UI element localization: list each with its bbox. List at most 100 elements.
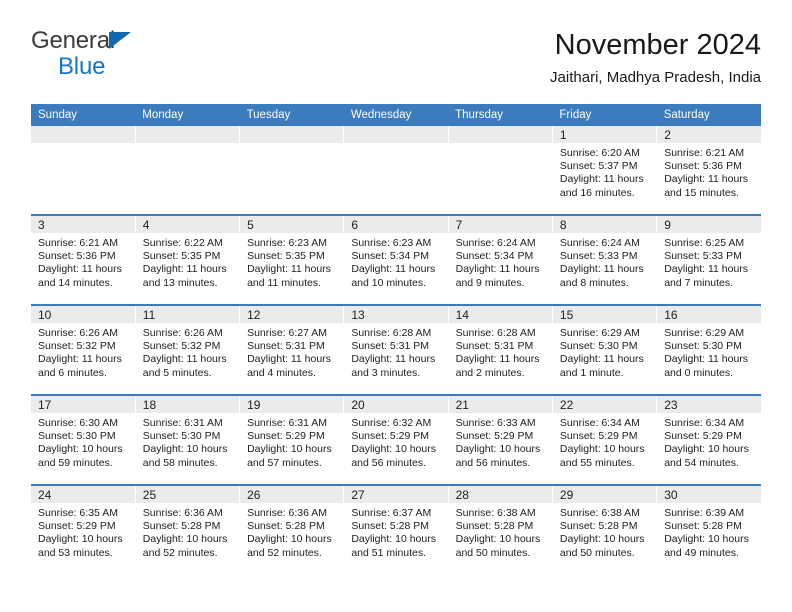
daylight-text: Daylight: 10 hours and 52 minutes.	[247, 533, 332, 559]
weekday-header-wednesday: Wednesday	[343, 104, 449, 126]
daylight-text: Daylight: 11 hours and 14 minutes.	[38, 263, 122, 289]
calendar-day-cell[interactable]: 5 Sunrise: 6:23 AM Sunset: 5:35 PM Daylight…	[239, 214, 345, 305]
calendar-day-cell[interactable]: 17 Sunrise: 6:30 AM Sunset: 5:30 PM Dayligh…	[31, 394, 136, 485]
day-number: 13	[344, 306, 448, 323]
calendar-day-cell[interactable]: 23 Sunrise: 6:34 AM Sunset: 5:29 PM Dayligh…	[656, 394, 761, 485]
calendar-day-cell[interactable]: 20 Sunrise: 6:32 AM Sunset: 5:29 PM Dayligh…	[343, 394, 449, 485]
day-details: Sunrise: 6:37 AM Sunset: 5:28 PM Daylight:…	[344, 503, 447, 560]
calendar-day-cell[interactable]: 14 Sunrise: 6:28 AM Sunset: 5:31 PM Dayligh…	[448, 304, 553, 395]
calendar-day-cell[interactable]: 30 Sunrise: 6:39 AM Sunset: 5:28 PM Dayligh…	[656, 484, 761, 574]
day-number: 24	[31, 486, 135, 503]
sunset-text: Sunset: 5:33 PM	[664, 250, 742, 263]
calendar-day-cell[interactable]: 3 Sunrise: 6:21 AM Sunset: 5:36 PM Daylight…	[31, 214, 136, 305]
day-details: Sunrise: 6:25 AM Sunset: 5:33 PM Daylight:…	[657, 233, 761, 290]
sunrise-text: Sunrise: 6:24 AM	[455, 237, 536, 249]
daylight-text: Daylight: 11 hours and 7 minutes.	[664, 263, 749, 289]
weekday-header-monday: Monday	[135, 104, 240, 126]
calendar-page: General Blue November 2024 Jaithari, Mad…	[0, 0, 792, 612]
sunrise-text: Sunrise: 6:34 AM	[559, 417, 640, 429]
calendar-day-cell[interactable]: 19 Sunrise: 6:31 AM Sunset: 5:29 PM Dayligh…	[239, 394, 345, 485]
daylight-text: Daylight: 11 hours and 2 minutes.	[455, 353, 540, 379]
sunset-text: Sunset: 5:30 PM	[559, 340, 638, 353]
day-details: Sunrise: 6:23 AM Sunset: 5:35 PM Daylight:…	[240, 233, 343, 290]
sunset-text: Sunset: 5:28 PM	[142, 520, 221, 533]
calendar-day-cell[interactable]: 28 Sunrise: 6:38 AM Sunset: 5:28 PM Dayligh…	[448, 484, 553, 574]
calendar-day-cell[interactable]: 12 Sunrise: 6:27 AM Sunset: 5:31 PM Dayligh…	[239, 304, 345, 395]
calendar-day-cell[interactable]: 15 Sunrise: 6:29 AM Sunset: 5:30 PM Dayligh…	[552, 304, 658, 395]
sunset-text: Sunset: 5:31 PM	[455, 340, 534, 353]
calendar-day-cell[interactable]: 21 Sunrise: 6:33 AM Sunset: 5:29 PM Dayligh…	[448, 394, 553, 485]
day-details: Sunrise: 6:29 AM Sunset: 5:30 PM Daylight:…	[553, 323, 656, 380]
daylight-text: Daylight: 11 hours and 16 minutes.	[559, 173, 644, 199]
day-details: Sunrise: 6:38 AM Sunset: 5:28 PM Daylight:…	[553, 503, 656, 560]
sunset-text: Sunset: 5:28 PM	[664, 520, 742, 533]
sunset-text: Sunset: 5:31 PM	[247, 340, 325, 353]
generalblue-logo[interactable]: General Blue	[31, 28, 181, 84]
day-number	[240, 126, 344, 143]
calendar-day-cell[interactable]: 27 Sunrise: 6:37 AM Sunset: 5:28 PM Dayligh…	[343, 484, 449, 574]
day-number: 7	[448, 216, 552, 233]
day-number: 1	[552, 126, 657, 143]
sunrise-text: Sunrise: 6:20 AM	[559, 147, 640, 159]
calendar-day-cell[interactable]: 18 Sunrise: 6:31 AM Sunset: 5:30 PM Dayligh…	[135, 394, 241, 485]
day-number: 10	[31, 306, 135, 323]
calendar-day-cell[interactable]: 13 Sunrise: 6:28 AM Sunset: 5:31 PM Dayligh…	[343, 304, 449, 395]
daylight-text: Daylight: 11 hours and 3 minutes.	[351, 353, 436, 379]
day-number: 30	[657, 486, 761, 503]
daylight-text: Daylight: 11 hours and 15 minutes.	[664, 173, 749, 199]
day-details: Sunrise: 6:26 AM Sunset: 5:32 PM Daylight:…	[136, 323, 239, 380]
sunrise-text: Sunrise: 6:24 AM	[559, 237, 640, 249]
logo-text-blue: Blue	[58, 53, 106, 80]
daylight-text: Daylight: 10 hours and 56 minutes.	[455, 443, 541, 469]
day-details: Sunrise: 6:23 AM Sunset: 5:34 PM Daylight:…	[344, 233, 447, 290]
daylight-text: Daylight: 10 hours and 58 minutes.	[142, 443, 228, 469]
daylight-text: Daylight: 10 hours and 53 minutes.	[38, 533, 123, 559]
sunset-text: Sunset: 5:29 PM	[38, 520, 116, 533]
calendar-day-cell[interactable]: 29 Sunrise: 6:38 AM Sunset: 5:28 PM Dayligh…	[552, 484, 658, 574]
day-number	[135, 126, 240, 143]
day-details: Sunrise: 6:33 AM Sunset: 5:29 PM Daylight:…	[449, 413, 552, 470]
weekday-header-row: Sunday Monday Tuesday Wednesday Thursday…	[31, 104, 761, 126]
daylight-text: Daylight: 11 hours and 4 minutes.	[247, 353, 331, 379]
day-details: Sunrise: 6:38 AM Sunset: 5:28 PM Daylight:…	[449, 503, 552, 560]
daylight-text: Daylight: 10 hours and 55 minutes.	[559, 443, 645, 469]
sunset-text: Sunset: 5:30 PM	[38, 430, 116, 443]
calendar-day-cell[interactable]: 2 Sunrise: 6:21 AM Sunset: 5:36 PM Daylight…	[656, 126, 761, 215]
day-number: 4	[135, 216, 240, 233]
calendar-day-cell[interactable]: 25 Sunrise: 6:36 AM Sunset: 5:28 PM Dayligh…	[135, 484, 241, 574]
day-number	[31, 126, 135, 143]
sunset-text: Sunset: 5:35 PM	[142, 250, 221, 263]
sunrise-text: Sunrise: 6:29 AM	[664, 327, 745, 339]
calendar-day-cell[interactable]: 22 Sunrise: 6:34 AM Sunset: 5:29 PM Dayligh…	[552, 394, 658, 485]
sunset-text: Sunset: 5:29 PM	[351, 430, 429, 443]
logo-text-general: General	[31, 27, 115, 54]
sunset-text: Sunset: 5:29 PM	[559, 430, 638, 443]
calendar-day-cell[interactable]: 11 Sunrise: 6:26 AM Sunset: 5:32 PM Dayligh…	[135, 304, 241, 395]
calendar-cell-empty	[135, 126, 241, 215]
daylight-text: Daylight: 10 hours and 51 minutes.	[351, 533, 436, 559]
calendar-day-cell[interactable]: 7 Sunrise: 6:24 AM Sunset: 5:34 PM Daylight…	[448, 214, 553, 305]
day-details: Sunrise: 6:28 AM Sunset: 5:31 PM Daylight:…	[449, 323, 552, 380]
logo-flag-icon	[109, 32, 131, 49]
calendar-day-cell[interactable]: 4 Sunrise: 6:22 AM Sunset: 5:35 PM Daylight…	[135, 214, 241, 305]
daylight-text: Daylight: 10 hours and 50 minutes.	[455, 533, 541, 559]
calendar-day-cell[interactable]: 8 Sunrise: 6:24 AM Sunset: 5:33 PM Daylight…	[552, 214, 658, 305]
sunrise-text: Sunrise: 6:31 AM	[142, 417, 223, 429]
weekday-header-friday: Friday	[552, 104, 657, 126]
calendar-day-cell[interactable]: 10 Sunrise: 6:26 AM Sunset: 5:32 PM Dayligh…	[31, 304, 136, 395]
sunset-text: Sunset: 5:28 PM	[559, 520, 638, 533]
calendar-day-cell[interactable]: 1 Sunrise: 6:20 AM Sunset: 5:37 PM Daylight…	[552, 126, 658, 215]
calendar-day-cell[interactable]: 9 Sunrise: 6:25 AM Sunset: 5:33 PM Daylight…	[656, 214, 761, 305]
day-details: Sunrise: 6:34 AM Sunset: 5:29 PM Daylight:…	[657, 413, 761, 470]
calendar-day-cell[interactable]: 6 Sunrise: 6:23 AM Sunset: 5:34 PM Daylight…	[343, 214, 449, 305]
calendar-day-cell[interactable]: 16 Sunrise: 6:29 AM Sunset: 5:30 PM Dayligh…	[656, 304, 761, 395]
sunrise-text: Sunrise: 6:31 AM	[247, 417, 328, 429]
day-number: 2	[657, 126, 761, 143]
sunset-text: Sunset: 5:34 PM	[351, 250, 429, 263]
weekday-header-thursday: Thursday	[448, 104, 553, 126]
weekday-header-saturday: Saturday	[656, 104, 761, 126]
calendar-day-cell[interactable]: 24 Sunrise: 6:35 AM Sunset: 5:29 PM Dayligh…	[31, 484, 136, 574]
calendar-day-cell[interactable]: 26 Sunrise: 6:36 AM Sunset: 5:28 PM Dayligh…	[239, 484, 345, 574]
day-number: 14	[448, 306, 552, 323]
sunrise-text: Sunrise: 6:23 AM	[351, 237, 432, 249]
